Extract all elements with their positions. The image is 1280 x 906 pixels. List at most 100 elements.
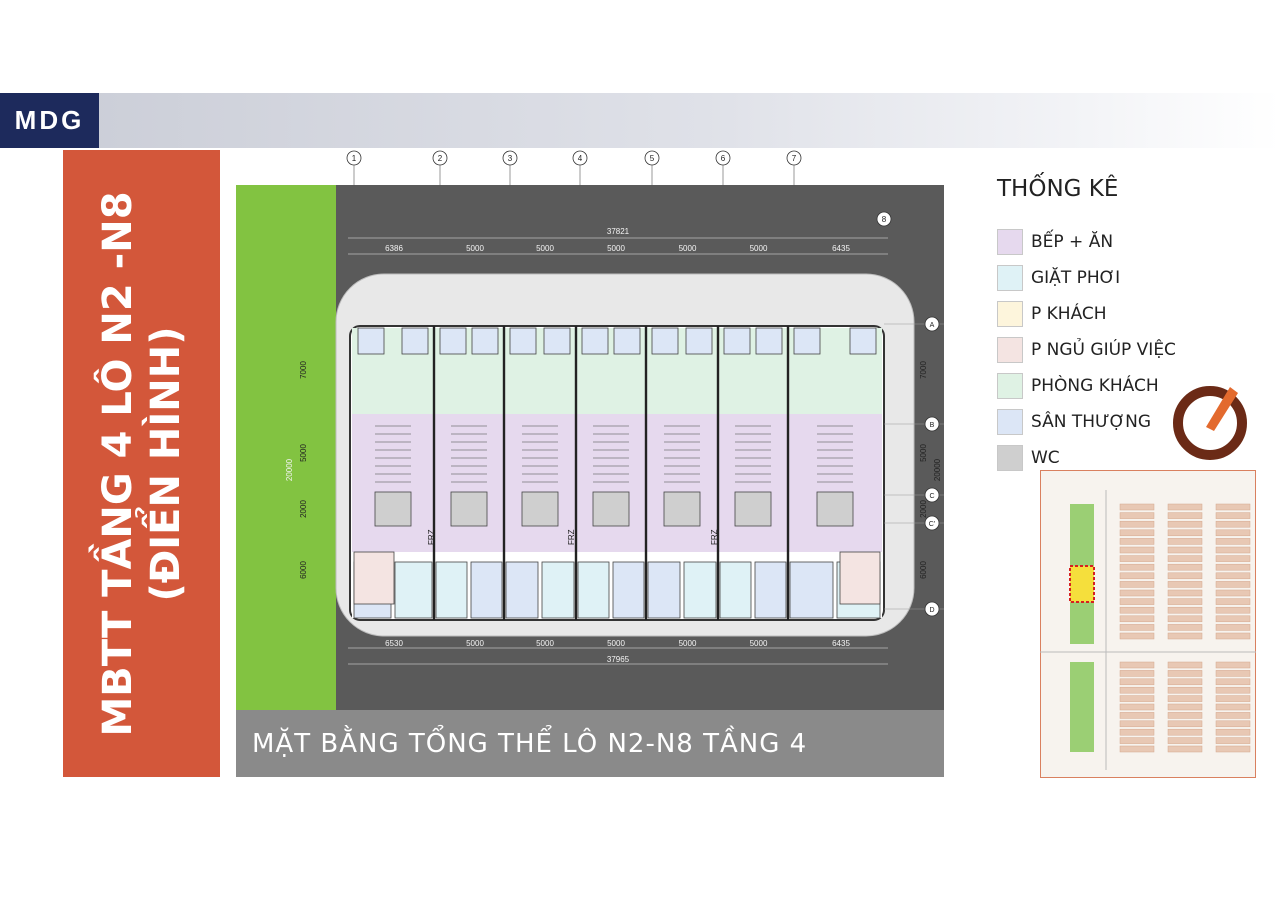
zone-laundry [470,561,503,619]
key-lot [1215,624,1251,631]
key-lot [1167,563,1203,571]
zone-balcony [471,327,499,355]
key-lot [1167,572,1203,580]
key-lot [1167,695,1203,702]
dim-top: 6386 [385,244,403,253]
key-lot [1167,555,1203,562]
company-logo: MDG [0,93,99,148]
dim-right: 2000 [919,500,928,518]
key-lot [1215,503,1251,511]
key-lot [1167,520,1203,528]
key-lot [1215,581,1251,588]
legend-item: SÂN THƯỢNG [997,404,1176,440]
grid-number: 7 [792,154,797,163]
side-title-line2: (ĐIỂN HÌNH) [142,326,189,601]
key-lot [1215,606,1251,614]
dim-top: 5000 [607,244,625,253]
zone-laundry [394,561,433,619]
key-lot [1215,546,1251,554]
dim-left-total: 20000 [285,458,294,481]
key-lot [1215,745,1251,753]
key-lot [1215,520,1251,528]
key-lot [1215,615,1251,623]
dim-top: 5000 [750,244,768,253]
key-lot [1167,512,1203,519]
key-lot [1167,589,1203,597]
dim-left: 6000 [299,561,308,579]
legend-label: P NGỦ GIÚP VIỆC [1031,340,1176,360]
dim-right: 7000 [919,361,928,379]
dim-bottom: 5000 [750,639,768,648]
key-lot [1119,678,1155,686]
key-lot [1167,598,1203,605]
zone-balcony [723,327,751,355]
dim-left: 7000 [299,361,308,379]
key-lot [1215,678,1251,686]
zone-balcony [685,327,713,355]
key-lot [1167,503,1203,511]
zone-balcony [509,327,537,355]
key-lot [1119,720,1155,728]
key-lot [1167,678,1203,686]
key-lot [1215,589,1251,597]
zone-wc [734,491,772,527]
legend-swatch [997,301,1023,327]
legend-label: GIẶT PHƠI [1031,268,1121,288]
zone-wc [816,491,854,527]
grid-letter: C [929,493,934,500]
legend-item: GIẶT PHƠI [997,260,1176,296]
stair-label: FRZ [427,529,436,545]
legend-item: P KHÁCH [997,296,1176,332]
key-lot [1215,670,1251,677]
grid-number: 4 [578,154,583,163]
key-lot [1167,686,1203,694]
dim-left: 2000 [299,500,308,518]
key-lot [1119,615,1155,623]
key-lot [1167,624,1203,631]
header-bar [0,93,1280,148]
zone-balcony [793,327,821,355]
legend-title: THỐNG KÊ [997,176,1119,202]
green-strip [1070,662,1094,752]
grid-letter: B [930,422,935,429]
key-lot [1167,720,1203,728]
key-lot [1167,615,1203,623]
key-lot [1167,670,1203,677]
key-lot [1215,529,1251,537]
zone-balcony [357,327,385,355]
key-lot [1119,520,1155,528]
site-key-map [1040,470,1256,778]
zone-wc [521,491,559,527]
key-lot [1215,598,1251,605]
zone-terrace [647,561,681,619]
key-lot [1119,538,1155,545]
zone-terrace [435,561,468,619]
legend-label: PHÒNG KHÁCH [1031,376,1159,396]
key-lot [1215,632,1251,640]
stair-label: FRZ [567,529,576,545]
key-lot [1215,512,1251,519]
key-lot [1215,661,1251,669]
zone-laundry [541,561,575,619]
zone-balcony [581,327,609,355]
zone-maid-room [353,551,395,605]
legend: BẾP + ĂN GIẶT PHƠI P KHÁCH P NGỦ GIÚP VIỆC P… [997,224,1176,476]
dim-bottom: 6530 [385,639,403,648]
dim-bottom: 5000 [536,639,554,648]
dim-right: 6000 [919,561,928,579]
zone-maid-room [839,551,881,605]
key-lot [1119,703,1155,711]
grid-number: 2 [438,154,443,163]
key-lot [1167,745,1203,753]
key-lot [1119,632,1155,640]
key-lot [1119,503,1155,511]
zone-wc [374,491,412,527]
dim-bottom: 5000 [607,639,625,648]
zone-terrace [505,561,539,619]
key-lot [1215,572,1251,580]
key-lot [1215,555,1251,562]
key-lot [1167,661,1203,669]
key-lot [1215,563,1251,571]
key-lot [1167,581,1203,588]
key-lot [1119,529,1155,537]
